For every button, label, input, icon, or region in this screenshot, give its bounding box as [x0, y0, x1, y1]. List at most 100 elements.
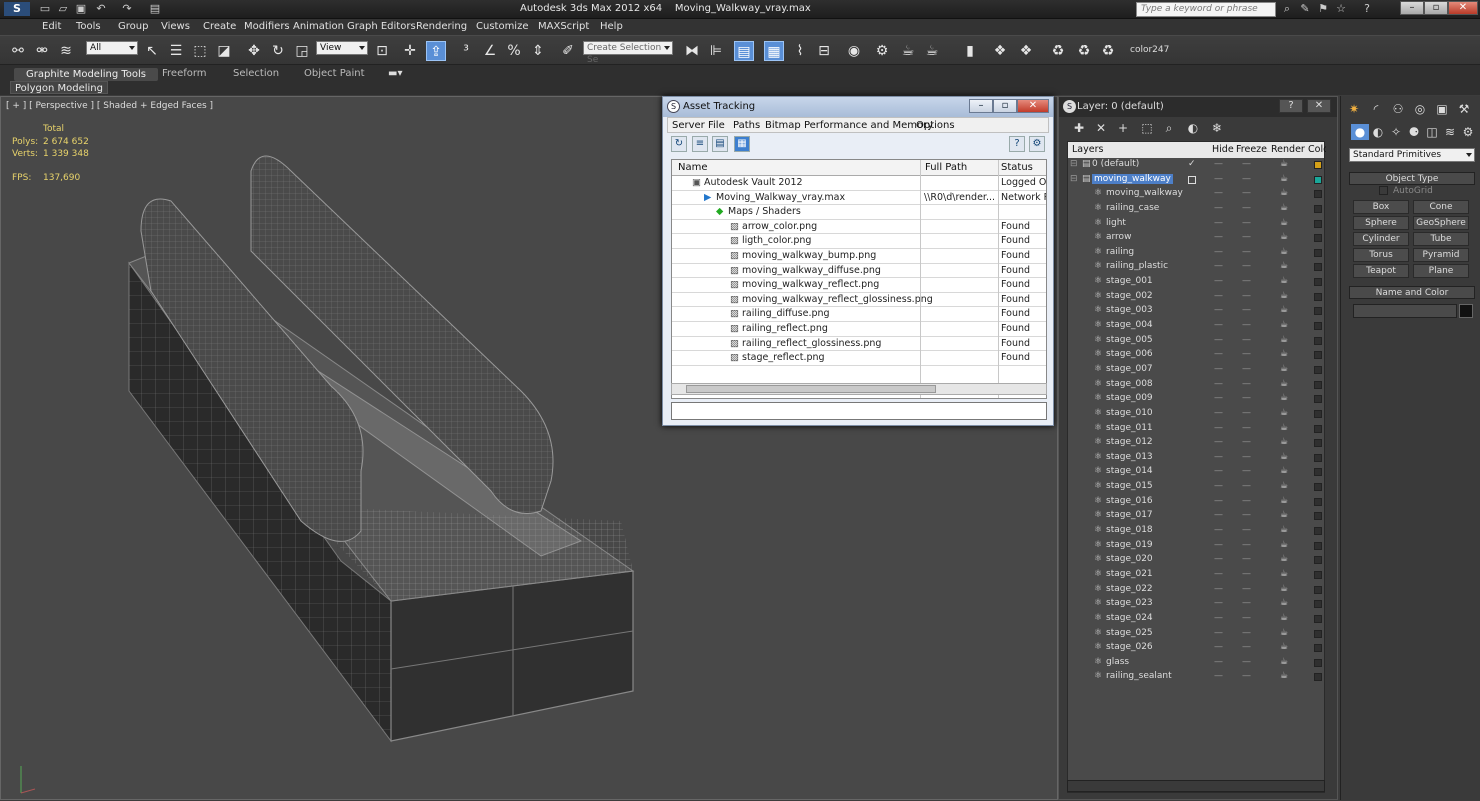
vray-tool-1-icon[interactable]: ❖ [990, 41, 1010, 61]
layer-row[interactable]: ⚛ stage_005 — — ☕ [1068, 334, 1324, 349]
freeze-all-icon[interactable]: ❄ [1209, 120, 1225, 136]
layer-row[interactable]: ⚛ stage_018 — — ☕ [1068, 524, 1324, 539]
detail-view-icon[interactable]: ▤ [712, 136, 728, 152]
unlink-icon[interactable]: ⚮ [32, 41, 52, 61]
move-icon[interactable]: ✥ [244, 41, 264, 61]
menu-create[interactable]: Create [203, 21, 236, 32]
asset-close-button[interactable]: ✕ [1017, 99, 1049, 113]
layer-color-swatch[interactable] [1314, 570, 1322, 579]
freeze-toggle[interactable]: — [1242, 569, 1251, 579]
layer-row[interactable]: ⚛ moving_walkway — — ☕ [1068, 187, 1324, 202]
layer-row[interactable]: ⚛ stage_024 — — ☕ [1068, 612, 1324, 627]
layer-color-swatch[interactable] [1314, 351, 1322, 360]
geometry-icon[interactable]: ● [1351, 124, 1369, 140]
render-teapot-icon[interactable]: ☕ [1280, 481, 1288, 491]
material-editor-icon[interactable]: ◉ [844, 41, 864, 61]
render-teapot-icon[interactable]: ☕ [1280, 408, 1288, 418]
hide-toggle[interactable]: — [1214, 379, 1223, 389]
layer-color-swatch[interactable] [1314, 585, 1322, 594]
layer-row[interactable]: ⚛ stage_009 — — ☕ [1068, 392, 1324, 407]
favorites-icon[interactable]: ☆ [1334, 2, 1348, 16]
freeze-toggle[interactable]: — [1242, 393, 1251, 403]
percent-snap-icon[interactable]: % [504, 41, 524, 61]
layer-color-swatch[interactable] [1314, 278, 1322, 287]
hide-toggle[interactable]: — [1214, 408, 1223, 418]
spacewarps-icon[interactable]: ≋ [1441, 124, 1459, 140]
window-crossing-icon[interactable]: ◪ [214, 41, 234, 61]
layer-color-swatch[interactable] [1314, 263, 1322, 272]
render-teapot-icon[interactable]: ☕ [1280, 393, 1288, 403]
render-teapot-icon[interactable]: ☕ [1280, 218, 1288, 228]
asset-help-icon[interactable]: ? [1009, 136, 1025, 152]
create-layer-icon[interactable]: ✚ [1071, 120, 1087, 136]
autogrid-checkbox[interactable] [1379, 186, 1388, 195]
asset-row[interactable]: ▨ ligth_color.png Found [672, 234, 1046, 249]
render-teapot-icon[interactable]: ☕ [1280, 657, 1288, 667]
asset-row[interactable]: ▨ moving_walkway_reflect.png Found [672, 278, 1046, 293]
layer-color-swatch[interactable] [1314, 161, 1322, 169]
render-teapot-icon[interactable]: ☕ [1280, 540, 1288, 550]
asset-menu-options[interactable]: Options [916, 118, 955, 134]
reference-coordinate-dropdown[interactable]: View [316, 41, 368, 55]
tab-selection[interactable]: Selection [233, 68, 279, 79]
render-teapot-icon[interactable]: ☕ [1280, 584, 1288, 594]
link-icon[interactable]: ⚯ [8, 41, 28, 61]
asset-row[interactable]: ▨ moving_walkway_bump.png Found [672, 249, 1046, 264]
layer-row[interactable]: ⚛ stage_011 — — ☕ [1068, 422, 1324, 437]
render-teapot-icon[interactable]: ☕ [1280, 291, 1288, 301]
freeze-toggle[interactable]: — [1242, 232, 1251, 242]
expand-toggle-icon[interactable]: ⊟ [1070, 159, 1078, 169]
minimize-button[interactable]: – [1400, 1, 1424, 15]
layer-row[interactable]: ⚛ stage_003 — — ☕ [1068, 304, 1324, 319]
layer-color-swatch[interactable] [1314, 541, 1322, 550]
hide-toggle[interactable]: — [1214, 481, 1223, 491]
render-teapot-icon[interactable]: ☕ [1280, 671, 1288, 681]
freeze-toggle[interactable]: — [1242, 540, 1251, 550]
hide-toggle[interactable]: — [1214, 657, 1223, 667]
render-teapot-icon[interactable]: ☕ [1280, 335, 1288, 345]
open-file-icon[interactable]: ▱ [56, 2, 70, 16]
col-name[interactable]: Name [678, 162, 708, 173]
hide-toggle[interactable]: — [1214, 261, 1223, 271]
layer-row[interactable]: ⚛ stage_020 — — ☕ [1068, 553, 1324, 568]
layer-row[interactable]: ⚛ stage_015 — — ☕ [1068, 480, 1324, 495]
layer-row[interactable]: ⚛ stage_008 — — ☕ [1068, 378, 1324, 393]
layer-color-swatch[interactable] [1314, 497, 1322, 506]
layer-row[interactable]: ⚛ stage_022 — — ☕ [1068, 583, 1324, 598]
tab-graphite-modeling-tools[interactable]: Graphite Modeling Tools [14, 68, 159, 81]
layer-color-swatch[interactable] [1314, 307, 1322, 316]
layer-row[interactable]: ⚛ railing — — ☕ [1068, 246, 1324, 261]
sphere-button[interactable]: Sphere [1353, 216, 1409, 230]
hide-toggle[interactable]: — [1214, 452, 1223, 462]
layer-color-swatch[interactable] [1314, 380, 1322, 389]
subscription-icon[interactable]: ⚑ [1316, 2, 1330, 16]
graphite-toggle-icon[interactable]: ▦ [764, 41, 784, 61]
asset-options-icon[interactable]: ⚙ [1029, 136, 1045, 152]
hide-toggle[interactable]: — [1214, 276, 1223, 286]
hide-all-icon[interactable]: ◐ [1185, 120, 1201, 136]
layer-color-swatch[interactable] [1314, 365, 1322, 374]
hide-toggle[interactable]: — [1214, 584, 1223, 594]
rect-selection-icon[interactable]: ⬚ [190, 41, 210, 61]
render-teapot-icon[interactable]: ☕ [1280, 320, 1288, 330]
freeze-toggle[interactable]: — [1242, 584, 1251, 594]
hide-toggle[interactable]: — [1214, 159, 1223, 169]
render-teapot-icon[interactable]: ☕ [1280, 496, 1288, 506]
menu-customize[interactable]: Customize [476, 21, 529, 32]
col-render[interactable]: Render [1271, 144, 1305, 155]
freeze-toggle[interactable]: — [1242, 657, 1251, 667]
layer-row[interactable]: ⚛ railing_sealant — — ☕ [1068, 670, 1324, 685]
menu-tools[interactable]: Tools [76, 21, 101, 32]
layer-row[interactable]: ⚛ railing_case — — ☕ [1068, 202, 1324, 217]
tools-icon[interactable]: ✎ [1298, 2, 1312, 16]
asset-row[interactable]: ◆ Maps / Shaders [672, 205, 1046, 220]
layer-close-button[interactable]: ✕ [1307, 99, 1331, 113]
render-teapot-icon[interactable]: ☕ [1280, 232, 1288, 242]
freeze-toggle[interactable]: — [1242, 437, 1251, 447]
hierarchy-tab-icon[interactable]: ⚇ [1389, 101, 1407, 117]
ribbon-options-icon[interactable]: ▬▾ [388, 68, 402, 79]
pyramid-button[interactable]: Pyramid [1413, 248, 1469, 262]
menu-group[interactable]: Group [118, 21, 148, 32]
layer-titlebar[interactable]: S Layer: 0 (default) ? ✕ [1059, 97, 1337, 117]
layer-color-swatch[interactable] [1314, 468, 1322, 477]
